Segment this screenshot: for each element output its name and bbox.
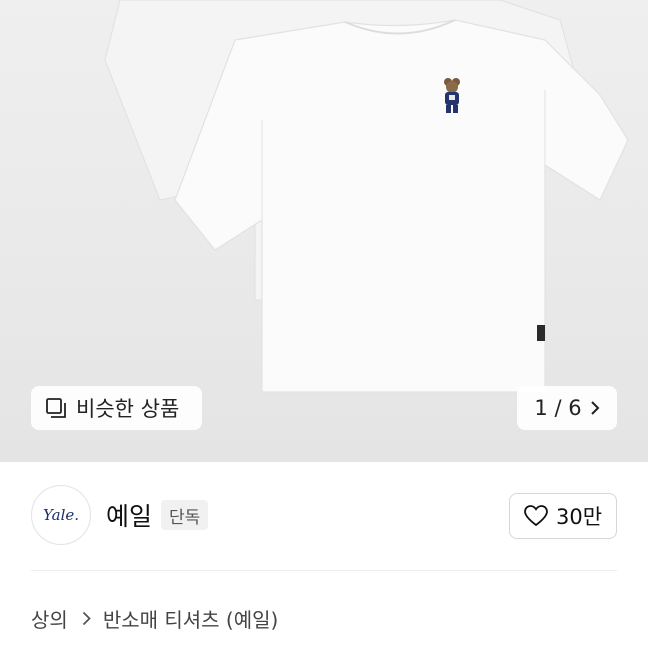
breadcrumb-category[interactable]: 상의: [31, 604, 68, 633]
similar-items-icon: [45, 397, 67, 419]
breadcrumb: 상의 반소매 티셔츠 (예일): [31, 604, 278, 633]
similar-products-label: 비슷한 상품: [76, 397, 180, 421]
product-image-gallery[interactable]: 비슷한 상품 1 / 6: [0, 0, 648, 462]
chevron-right-icon: [590, 400, 600, 416]
chevron-right-icon: [82, 611, 91, 626]
divider: [31, 570, 617, 571]
heart-icon: [524, 505, 548, 527]
similar-products-button[interactable]: 비슷한 상품: [31, 386, 202, 430]
breadcrumb-subcategory[interactable]: 반소매 티셔츠 (예일): [103, 604, 279, 633]
brand-logo[interactable]: Yale.: [31, 485, 91, 545]
like-button[interactable]: 30만: [509, 493, 617, 539]
image-counter: 1 / 6: [534, 396, 582, 420]
exclusive-badge: 단독: [161, 500, 209, 530]
brand-name[interactable]: 예일: [106, 497, 152, 533]
like-count: 30만: [555, 505, 603, 529]
image-counter-button[interactable]: 1 / 6: [517, 386, 617, 430]
